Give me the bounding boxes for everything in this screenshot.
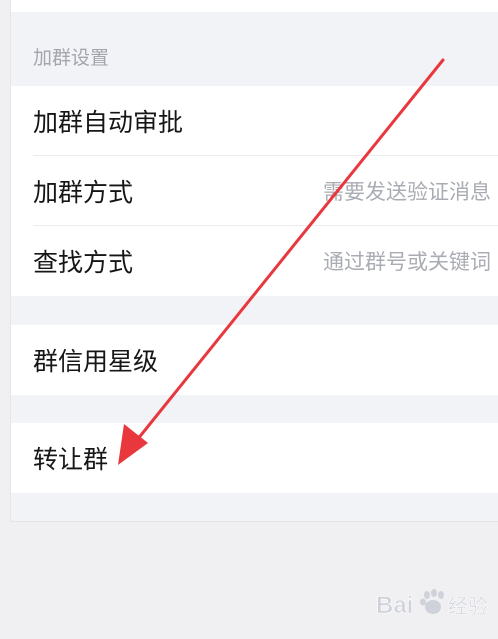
baidu-jingyan-watermark: Bai 经验 xyxy=(376,585,494,625)
credit-rating-group: 群信用星级 xyxy=(11,325,498,395)
row-transfer-group[interactable]: 转让群 xyxy=(11,423,498,493)
watermark-jingyan-text: 经验 xyxy=(448,594,488,618)
row-search-method[interactable]: 查找方式 通过群号或关键词 xyxy=(11,226,498,296)
baidu-paw-icon: Bai 经验 xyxy=(376,589,488,619)
row-join-method-value: 需要发送验证消息 xyxy=(323,180,491,204)
row-credit-rating[interactable]: 群信用星级 xyxy=(11,325,498,395)
join-settings-group: 加群自动审批 加群方式 需要发送验证消息 查找方式 通过群号或关键词 xyxy=(11,86,498,296)
row-join-method-label: 加群方式 xyxy=(33,178,134,207)
transfer-group-group: 转让群 xyxy=(11,423,498,493)
row-credit-rating-label: 群信用星级 xyxy=(33,347,159,376)
row-search-method-value: 通过群号或关键词 xyxy=(323,250,491,274)
watermark-bai-text: Bai xyxy=(376,592,413,619)
row-auto-approve-label: 加群自动审批 xyxy=(33,108,184,137)
group-settings-panel: 加群设置 加群自动审批 加群方式 需要发送验证消息 查找方式 通过群号或关键词 … xyxy=(10,0,498,522)
row-auto-approve[interactable]: 加群自动审批 xyxy=(11,86,498,156)
paw-shape xyxy=(420,589,444,614)
row-join-method[interactable]: 加群方式 需要发送验证消息 xyxy=(11,156,498,226)
row-search-method-label: 查找方式 xyxy=(33,248,134,277)
top-card-remnant xyxy=(11,0,498,12)
section-header-join-settings: 加群设置 xyxy=(33,47,110,69)
row-transfer-group-label: 转让群 xyxy=(33,445,109,474)
